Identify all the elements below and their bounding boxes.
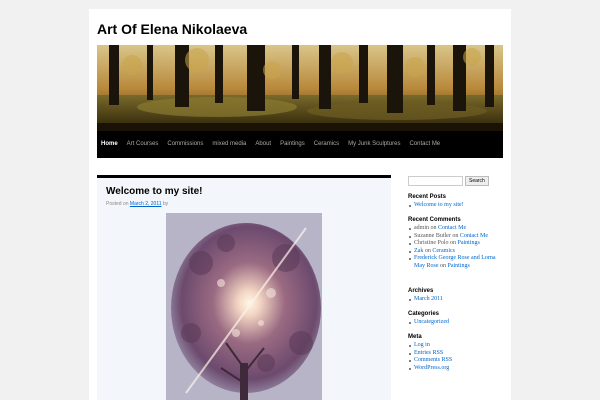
archive-link[interactable]: March 2011 <box>414 296 443 302</box>
comment-post-link[interactable]: Paintings <box>448 263 470 269</box>
recent-post-link[interactable]: Welcome to my site! <box>414 202 464 208</box>
nav-item-mixed-media[interactable]: mixed media <box>208 131 251 158</box>
list-item: Frederick George Rose and Lorna May Rose… <box>408 255 504 270</box>
list-item: Christine Polo on Paintings <box>408 240 504 248</box>
list-item: WordPress.org <box>408 365 504 373</box>
comment-on: on <box>440 262 446 269</box>
list-item: Suzanne Butler on Contact Me <box>408 233 504 241</box>
nav-item-paintings[interactable]: Paintings <box>276 131 310 158</box>
search-button[interactable]: Search <box>465 176 489 186</box>
comment-on: on <box>452 232 459 239</box>
list-item: admin on Contact Me <box>408 225 504 233</box>
comment-author: admin <box>414 225 429 231</box>
comment-author: Suzanne Butler <box>414 232 451 239</box>
list-item: Uncategorized <box>408 319 504 327</box>
main-content: Welcome to my site! Posted on March 2, 2… <box>97 175 391 400</box>
list-item: Log in <box>408 342 504 350</box>
page-wrapper: Art Of Elena Nikolaeva Home Art Courses … <box>89 9 511 400</box>
category-link[interactable]: Uncategorized <box>414 319 449 325</box>
recent-posts-title: Recent Posts <box>408 194 447 200</box>
comment-post-link[interactable]: Contact Me <box>460 233 488 239</box>
list-item: Entries RSS <box>408 350 504 358</box>
post-by-label: by <box>162 201 169 207</box>
list-item: Welcome to my site! <box>408 202 504 210</box>
archives-title: Archives <box>408 288 434 294</box>
nav-item-junk-sculptures[interactable]: My Junk Sculptures <box>344 131 405 158</box>
categories-title: Categories <box>408 311 440 317</box>
list-item: March 2011 <box>408 296 504 304</box>
nav-item-contact-me[interactable]: Contact Me <box>405 131 445 158</box>
nav-item-home[interactable]: Home <box>97 131 123 158</box>
nav-item-ceramics[interactable]: Ceramics <box>310 131 344 158</box>
meta-entries-rss-link[interactable]: Entries RSS <box>414 350 443 356</box>
comment-post-link[interactable]: Contact Me <box>438 225 466 231</box>
comment-post-link[interactable]: Ceramics <box>432 248 455 254</box>
meta-login-link[interactable]: Log in <box>414 342 430 348</box>
comment-on: on <box>430 225 437 231</box>
meta-title: Meta <box>408 334 422 340</box>
comment-author: Christine Polo <box>414 240 449 247</box>
post-title[interactable]: Welcome to my site! <box>106 186 203 197</box>
archives-list: March 2011 <box>408 296 504 304</box>
comment-author-link[interactable]: Zak <box>414 248 423 254</box>
nav-item-about[interactable]: About <box>251 131 276 158</box>
posted-on-label: Posted on <box>106 201 129 207</box>
search-form: Search <box>408 176 489 186</box>
post-date-link[interactable]: March 2, 2011 <box>130 201 162 207</box>
post-painting-image <box>166 213 322 400</box>
recent-comments-list: admin on Contact Me Suzanne Butler on Co… <box>408 225 504 271</box>
comment-on: on <box>450 240 457 247</box>
nav-item-commissions[interactable]: Commissions <box>163 131 208 158</box>
comment-on: on <box>424 247 431 254</box>
meta-list: Log in Entries RSS Comments RSS WordPres… <box>408 342 504 372</box>
search-input[interactable] <box>408 176 463 186</box>
nav-item-art-courses[interactable]: Art Courses <box>123 131 164 158</box>
recent-comments-title: Recent Comments <box>408 217 461 223</box>
post-meta: Posted on March 2, 2011 by <box>106 201 168 207</box>
main-navigation: Home Art Courses Commissions mixed media… <box>97 131 503 158</box>
header-image <box>97 45 503 131</box>
list-item: Comments RSS <box>408 357 504 365</box>
categories-list: Uncategorized <box>408 319 504 327</box>
meta-comments-rss-link[interactable]: Comments RSS <box>414 357 452 363</box>
recent-posts-list: Welcome to my site! <box>408 202 504 210</box>
comment-post-link[interactable]: Paintings <box>458 240 480 246</box>
meta-wordpress-link[interactable]: WordPress.org <box>414 365 449 371</box>
list-item: Zak on Ceramics <box>408 248 504 256</box>
site-title[interactable]: Art Of Elena Nikolaeva <box>97 21 247 37</box>
